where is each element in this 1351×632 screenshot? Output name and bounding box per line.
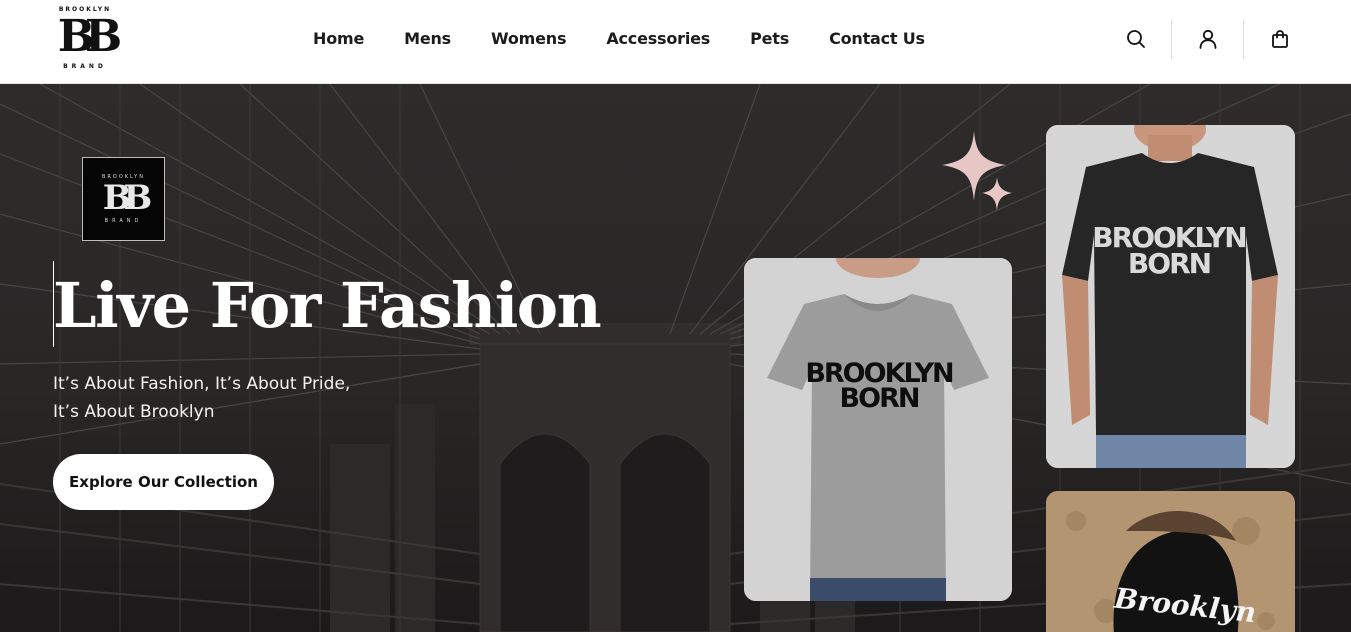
product-card-women-tshirt[interactable]: BROOKLYN BORN bbox=[744, 258, 1012, 601]
product-card-pet-shirt[interactable]: Brooklyn bbox=[1046, 491, 1295, 632]
search-button[interactable] bbox=[1100, 19, 1171, 59]
explore-collection-button[interactable]: Explore Our Collection bbox=[53, 454, 274, 510]
account-icon bbox=[1199, 29, 1216, 49]
product-card-men-tshirt[interactable]: BROOKLYN BORN bbox=[1046, 125, 1295, 468]
nav-pets[interactable]: Pets bbox=[750, 28, 789, 50]
brand-logo[interactable]: BROOKLYN BB BRAND bbox=[56, 6, 122, 70]
hero-subtitle-line-2: It’s About Brooklyn bbox=[53, 402, 215, 422]
header-icons bbox=[1100, 19, 1315, 59]
sparkle-icon bbox=[942, 131, 1012, 211]
nav-womens[interactable]: Womens bbox=[491, 28, 567, 50]
nav-accessories[interactable]: Accessories bbox=[606, 28, 710, 50]
nav-contact-us[interactable]: Contact Us bbox=[829, 28, 925, 50]
main-nav: Home Mens Womens Accessories Pets Contac… bbox=[313, 28, 925, 50]
men-tshirt-print: BROOKLYN BORN bbox=[1092, 221, 1247, 280]
hero-subtitle-line-1: It’s About Fashion, It’s About Pride, bbox=[53, 374, 351, 394]
nav-home[interactable]: Home bbox=[313, 28, 364, 50]
men-tshirt-image bbox=[1046, 125, 1295, 468]
nav-mens[interactable]: Mens bbox=[404, 28, 451, 50]
logo-bottom-text: BRAND bbox=[63, 63, 107, 70]
logo-mark: BB bbox=[57, 11, 122, 62]
women-tshirt-print: BROOKLYN BORN bbox=[805, 358, 954, 414]
cart-button[interactable] bbox=[1244, 19, 1315, 59]
hero-title: Live For Fashion bbox=[53, 269, 602, 342]
badge-logo-mark: BB bbox=[102, 178, 152, 218]
site-header: BROOKLYN BB BRAND Home Mens Womens Acces… bbox=[0, 0, 1351, 84]
hero-brand-badge: BROOKLYN BB BRAND bbox=[82, 157, 165, 241]
badge-bottom-text: BRAND bbox=[104, 218, 143, 224]
hero-subtitle: It’s About Fashion, It’s About Pride, It… bbox=[53, 370, 473, 426]
women-tshirt-image bbox=[744, 258, 1012, 601]
cart-bag-icon bbox=[1271, 30, 1288, 48]
search-icon bbox=[1126, 30, 1145, 48]
account-button[interactable] bbox=[1172, 19, 1243, 59]
hero-section: BROOKLYN BB BRAND Live For Fashion It’s … bbox=[0, 84, 1351, 632]
